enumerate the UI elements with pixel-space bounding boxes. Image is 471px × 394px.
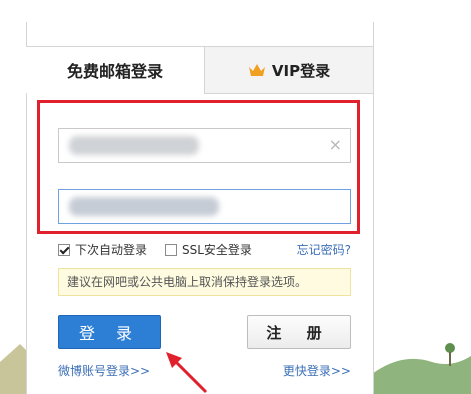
security-hint-box: 建议在网吧或公共电脑上取消保持登录选项。 [58, 268, 351, 296]
clear-username-icon[interactable]: × [329, 136, 342, 154]
tab-free-mail-login[interactable]: 免费邮箱登录 [26, 46, 204, 93]
auto-login-label[interactable]: 下次自动登录 [75, 242, 147, 259]
hill-left-decoration [0, 344, 26, 394]
username-blurred-value [69, 136, 199, 155]
register-button-label: 注 册 [266, 323, 332, 342]
login-button[interactable]: 登 录 [58, 315, 161, 349]
ssl-login-label[interactable]: SSL安全登录 [182, 242, 252, 259]
background-right [372, 0, 471, 394]
crown-icon [248, 64, 265, 76]
weibo-login-link[interactable]: 微博账号登录>> [58, 362, 150, 379]
security-hint-text: 建议在网吧或公共电脑上取消保持登录选项。 [67, 275, 308, 289]
password-field[interactable] [58, 189, 351, 224]
red-arrow-annotation [166, 352, 208, 394]
username-field[interactable]: × [58, 128, 351, 163]
password-blurred-value [69, 197, 219, 216]
login-button-label: 登 录 [78, 324, 141, 343]
forgot-password-link[interactable]: 忘记密码? [297, 242, 351, 259]
tab-free-mail-login-label: 免费邮箱登录 [66, 62, 163, 81]
tab-vip-login-label: VIP登录 [271, 61, 331, 80]
tab-vip-login[interactable]: VIP登录 [204, 46, 373, 94]
background-left [0, 0, 26, 394]
faster-login-link[interactable]: 更快登录>> [283, 362, 351, 379]
ssl-login-checkbox[interactable] [165, 244, 177, 256]
register-button[interactable]: 注 册 [247, 315, 351, 349]
auto-login-checkbox[interactable] [58, 244, 70, 256]
login-options-row: 下次自动登录 SSL安全登录 忘记密码? [58, 242, 351, 260]
hill-right-decoration [372, 343, 471, 394]
